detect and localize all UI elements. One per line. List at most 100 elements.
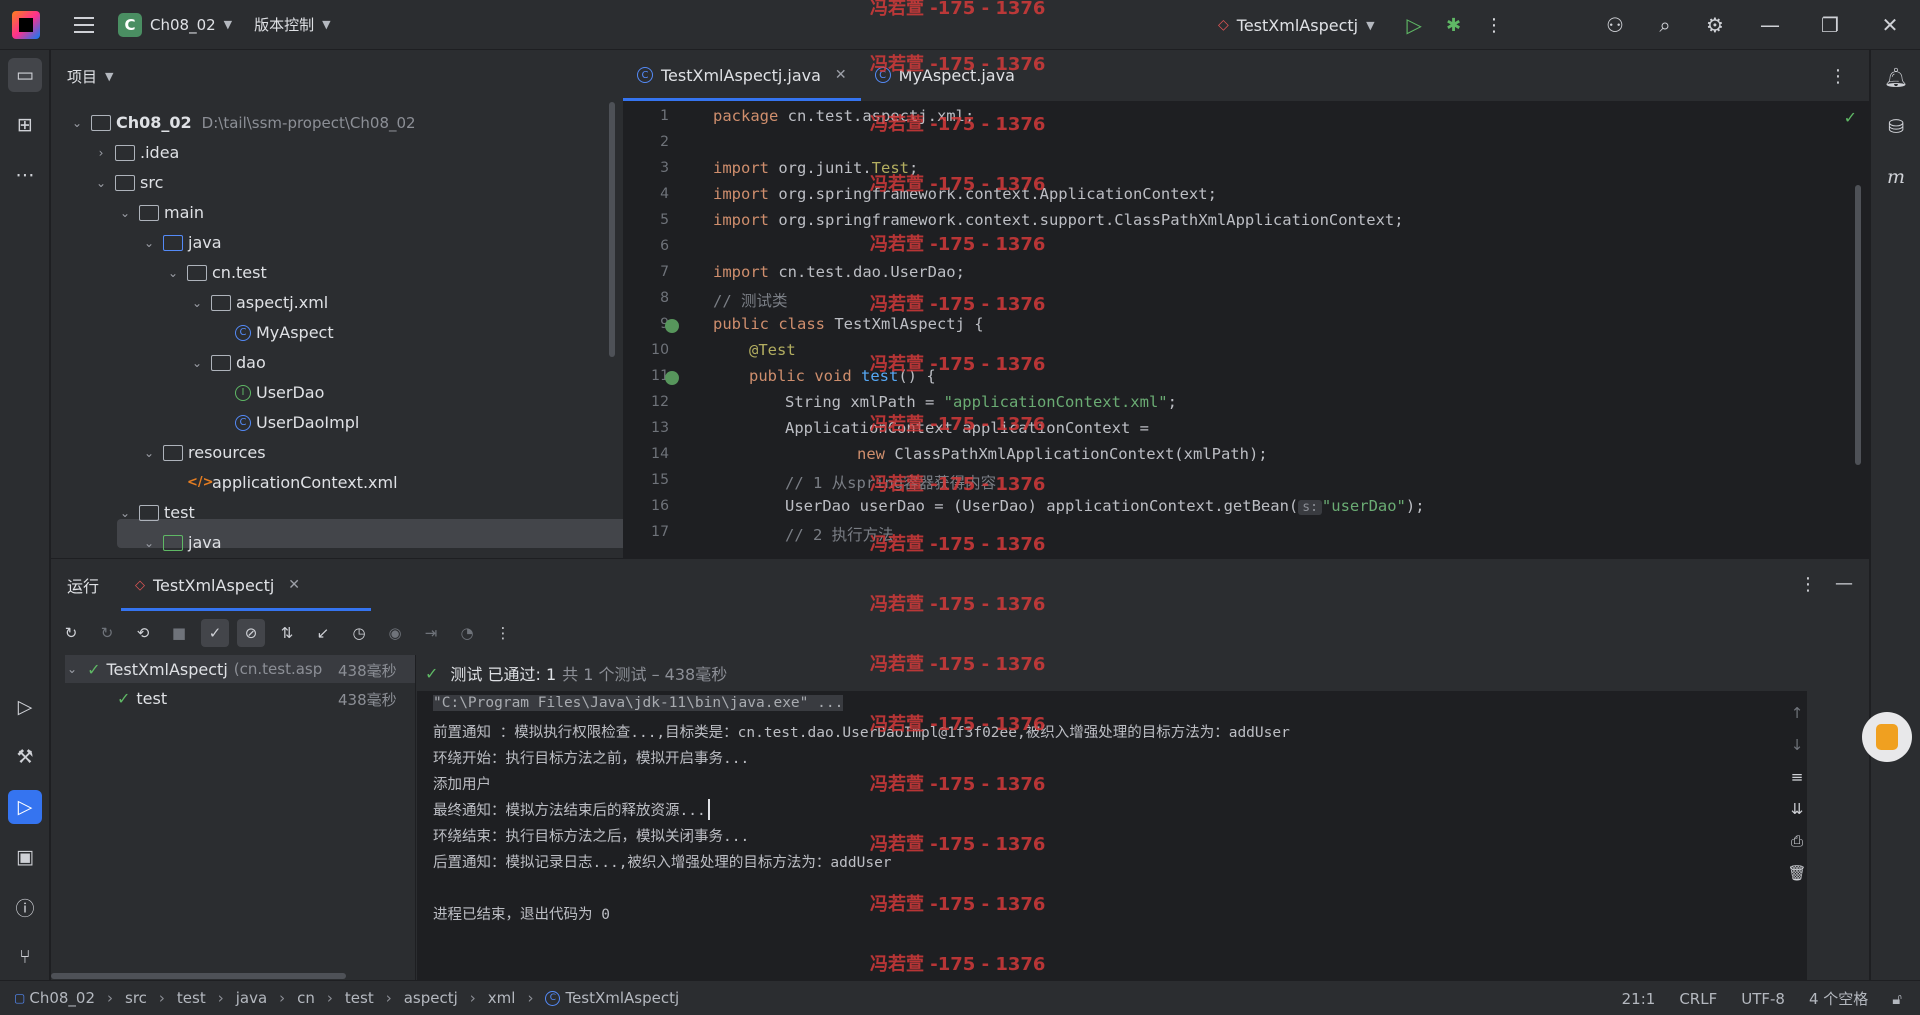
tree-item-userdaoimpl[interactable]: C UserDaoImpl	[213, 408, 359, 437]
tree-item-aspectj-xml[interactable]: ⌄ aspectj.xml	[189, 288, 328, 317]
tab-myaspect[interactable]: C MyAspect.java	[861, 49, 1029, 101]
tree-item-test-java[interactable]: ⌄ java	[141, 528, 222, 557]
close-tab-icon[interactable]: ✕	[835, 67, 847, 83]
test-tree-child[interactable]: ✓ test	[117, 684, 167, 712]
show-ignored-icon[interactable]: ⊘	[237, 619, 265, 647]
breadcrumb-item[interactable]: test	[345, 989, 374, 1007]
main-menu-icon[interactable]	[74, 16, 94, 33]
file-encoding[interactable]: UTF-8	[1741, 990, 1785, 1008]
test-child-time: 438毫秒	[338, 691, 397, 709]
vcs-menu[interactable]: 版本控制 ▼	[254, 14, 330, 35]
test-tree-scrollbar[interactable]	[51, 973, 346, 979]
chevron-down-icon: ⌄	[119, 505, 131, 520]
maven-tool-icon[interactable]: m	[1879, 160, 1913, 194]
print-icon[interactable]: ⎙	[1785, 829, 1809, 853]
tree-item-label: applicationContext.xml	[212, 473, 398, 492]
close-tab-icon[interactable]: ✕	[288, 577, 300, 593]
tree-item-cn-test[interactable]: ⌄ cn.test	[165, 258, 267, 287]
search-icon[interactable]: ⌕	[1640, 0, 1690, 50]
soft-wrap-icon[interactable]: ≡	[1785, 765, 1809, 789]
editor-scrollbar[interactable]	[1855, 185, 1861, 465]
show-passed-icon[interactable]: ✓	[201, 619, 229, 647]
assistant-float-icon[interactable]	[1862, 712, 1912, 762]
up-arrow-icon[interactable]: ↑	[1785, 701, 1809, 725]
source-folder-icon	[163, 234, 183, 251]
breadcrumb-item[interactable]: java	[236, 989, 267, 1007]
breadcrumb-item[interactable]: aspectj	[404, 989, 458, 1007]
tree-item-java[interactable]: ⌄ java	[141, 228, 222, 257]
project-switcher[interactable]: C Ch08_02 ▼	[118, 12, 232, 37]
git-tool-icon[interactable]: ⑂	[8, 940, 42, 974]
breadcrumb-item[interactable]: xml	[488, 989, 516, 1007]
console-text-area[interactable]: "C:\Program Files\Java\jdk-11\bin\java.e…	[417, 691, 1807, 981]
collapse-all-icon[interactable]: ↙	[309, 619, 337, 647]
breadcrumb-item[interactable]: cn	[297, 989, 315, 1007]
snapshot-icon[interactable]: ◉	[381, 619, 409, 647]
rerun-icon[interactable]: ↻	[57, 619, 85, 647]
tree-item-test[interactable]: ⌄ test	[117, 498, 195, 527]
run-panel-title: 运行	[67, 577, 100, 596]
line-separator[interactable]: CRLF	[1679, 990, 1717, 1008]
console-line: 环绕开始：执行目标方法之前，模拟开启事务...	[433, 751, 750, 767]
tree-item-src[interactable]: ⌄ src	[93, 168, 163, 197]
restore-icon[interactable]: ❐	[1800, 0, 1860, 50]
clear-trash-icon[interactable]: 🗑︎	[1785, 861, 1809, 885]
editor-tabs-more-icon[interactable]: ⋮	[1829, 66, 1847, 87]
problems-tool-icon[interactable]: ⓘ	[8, 890, 42, 924]
breadcrumb-item[interactable]: test	[177, 989, 206, 1007]
more-actions-icon[interactable]: ⋮	[1485, 15, 1503, 36]
tree-item-dao[interactable]: ⌄ dao	[189, 348, 266, 377]
export-icon[interactable]: ⇥	[417, 619, 445, 647]
down-arrow-icon[interactable]: ↓	[1785, 733, 1809, 757]
rerun-failed-icon[interactable]: ↻	[93, 619, 121, 647]
run-config-selector[interactable]: ◇ TestXmlAspectj ▼ ▷ ✱ ⋮	[1218, 0, 1503, 50]
code-line-9: public class TestXmlAspectj {	[713, 315, 984, 333]
services-tool-icon[interactable]: ▷	[8, 690, 42, 724]
run-toolbar-more-icon[interactable]: ⋮	[489, 619, 517, 647]
scroll-to-end-icon[interactable]: ⇊	[1785, 797, 1809, 821]
tree-item-myaspect[interactable]: C MyAspect	[213, 318, 334, 347]
project-scrollbar[interactable]	[609, 102, 615, 357]
more-tools-icon[interactable]: ⋯	[8, 158, 42, 192]
run-panel-header: 运行 ◇ TestXmlAspectj ✕ ⋮ —	[51, 559, 1869, 611]
tree-item-root[interactable]: ⌄ Ch08_02 D:\tail\ssm-propect\Ch08_02	[69, 108, 416, 137]
breadcrumb-item[interactable]: src	[125, 989, 147, 1007]
coverage-icon[interactable]: ◔	[453, 619, 481, 647]
breadcrumb-item[interactable]: TestXmlAspectj	[565, 989, 679, 1007]
tree-item-userdao[interactable]: I UserDao	[213, 378, 324, 407]
inspection-ok-check-icon[interactable]: ✓	[1844, 108, 1857, 127]
tree-item-main[interactable]: ⌄ main	[117, 198, 204, 227]
stop-icon[interactable]: ■	[165, 619, 193, 647]
hide-panel-icon[interactable]: —	[1835, 573, 1853, 594]
tree-item-resources[interactable]: ⌄ resources	[141, 438, 266, 467]
run-tab-testxmlaspectj[interactable]: ◇ TestXmlAspectj ✕	[121, 559, 371, 611]
minimize-icon[interactable]: —	[1740, 0, 1800, 50]
test-tree-root[interactable]: ⌄ ✓ TestXmlAspectj (cn.test.asp	[67, 655, 322, 683]
database-tool-icon[interactable]: ⛁	[1879, 110, 1913, 144]
tree-item-idea[interactable]: › .idea	[93, 138, 180, 167]
build-tool-icon[interactable]: ⚒	[8, 740, 42, 774]
toggle-auto-test-icon[interactable]: ⟲	[129, 619, 157, 647]
breadcrumb-item[interactable]: Ch08_02	[29, 989, 95, 1007]
run-icon[interactable]: ▷	[1407, 13, 1422, 37]
notifications-bell-icon[interactable]: 🔔︎	[1879, 60, 1913, 94]
add-user-icon[interactable]: ⚇	[1590, 0, 1640, 50]
intellij-logo-icon[interactable]	[12, 10, 40, 39]
read-only-lock-icon[interactable]: 🔓︎	[1892, 990, 1902, 1008]
debug-icon[interactable]: ✱	[1446, 15, 1461, 36]
run-panel-more-icon[interactable]: ⋮	[1799, 574, 1817, 595]
tab-testxmlaspectj[interactable]: C TestXmlAspectj.java ✕	[623, 49, 861, 101]
tree-item-applicationcontext[interactable]: </> applicationContext.xml	[165, 468, 398, 497]
run-tool-icon[interactable]: ▷	[8, 790, 42, 824]
sort-icon[interactable]: ⇅	[273, 619, 301, 647]
caret-position[interactable]: 21:1	[1622, 990, 1656, 1008]
close-icon[interactable]: ✕	[1860, 0, 1920, 50]
project-panel-header[interactable]: 项目 ▼	[51, 50, 623, 102]
settings-gear-icon[interactable]: ⚙	[1690, 0, 1740, 50]
code-area[interactable]: package cn.test.aspectj.xml; import org.…	[623, 102, 1823, 558]
indent-setting[interactable]: 4 个空格	[1809, 988, 1868, 1009]
project-tool-icon[interactable]: ▭	[8, 58, 42, 92]
structure-tool-icon[interactable]: ⊞	[8, 108, 42, 142]
terminal-tool-icon[interactable]: ▣	[8, 840, 42, 874]
test-history-icon[interactable]: ◷	[345, 619, 373, 647]
